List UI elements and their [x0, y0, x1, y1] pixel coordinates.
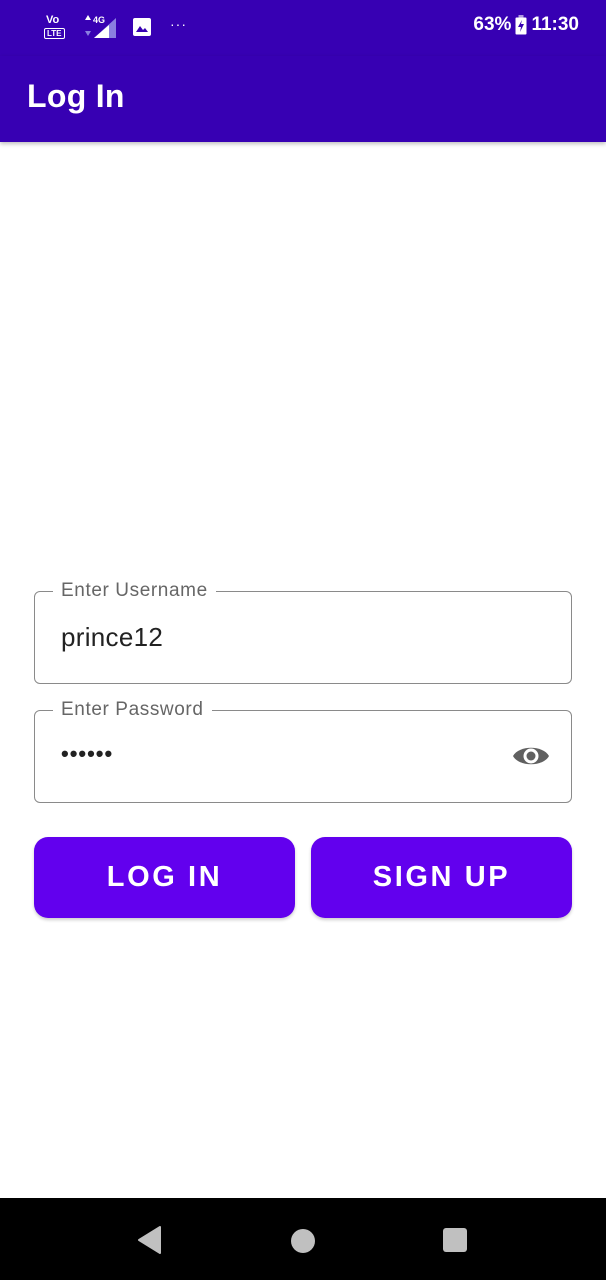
- username-input[interactable]: prince12: [61, 622, 163, 653]
- eye-icon[interactable]: [511, 741, 551, 771]
- battery-percent: 63%: [473, 14, 512, 35]
- navigation-bar: [0, 1198, 606, 1280]
- clock: 11:30: [531, 14, 579, 35]
- recents-square-icon[interactable]: [442, 1227, 468, 1253]
- status-icons-left: Vo LTE 4G ···: [44, 12, 187, 42]
- username-field[interactable]: Enter Username prince12: [34, 579, 572, 684]
- app-bar: Log In: [0, 56, 606, 142]
- battery-charging-icon: [515, 15, 527, 35]
- password-input[interactable]: ••••••: [61, 741, 113, 767]
- signup-button[interactable]: SIGN UP: [311, 837, 572, 918]
- page-title: Log In: [27, 78, 125, 114]
- login-button[interactable]: LOG IN: [34, 837, 295, 918]
- password-field[interactable]: Enter Password ••••••: [34, 698, 572, 803]
- back-triangle-icon[interactable]: [136, 1225, 164, 1255]
- more-notifications-icon: ···: [170, 16, 187, 32]
- home-circle-icon[interactable]: [290, 1228, 316, 1254]
- username-label: Enter Username: [53, 579, 216, 603]
- volte-icon: Vo LTE: [44, 13, 68, 41]
- volte-lte-text: LTE: [44, 28, 65, 39]
- gallery-notification-icon: [133, 18, 151, 36]
- login-screen: Vo LTE 4G ··· 63% 11:30 Log In Enter Use…: [0, 0, 606, 1280]
- signal-4g-icon: 4G: [85, 15, 116, 38]
- status-icons-right: 63% 11:30: [473, 14, 579, 36]
- password-label: Enter Password: [53, 698, 212, 722]
- volte-vo-text: Vo: [46, 14, 60, 26]
- status-bar: Vo LTE 4G ··· 63% 11:30: [0, 0, 606, 56]
- network-type-text: 4G: [93, 15, 105, 25]
